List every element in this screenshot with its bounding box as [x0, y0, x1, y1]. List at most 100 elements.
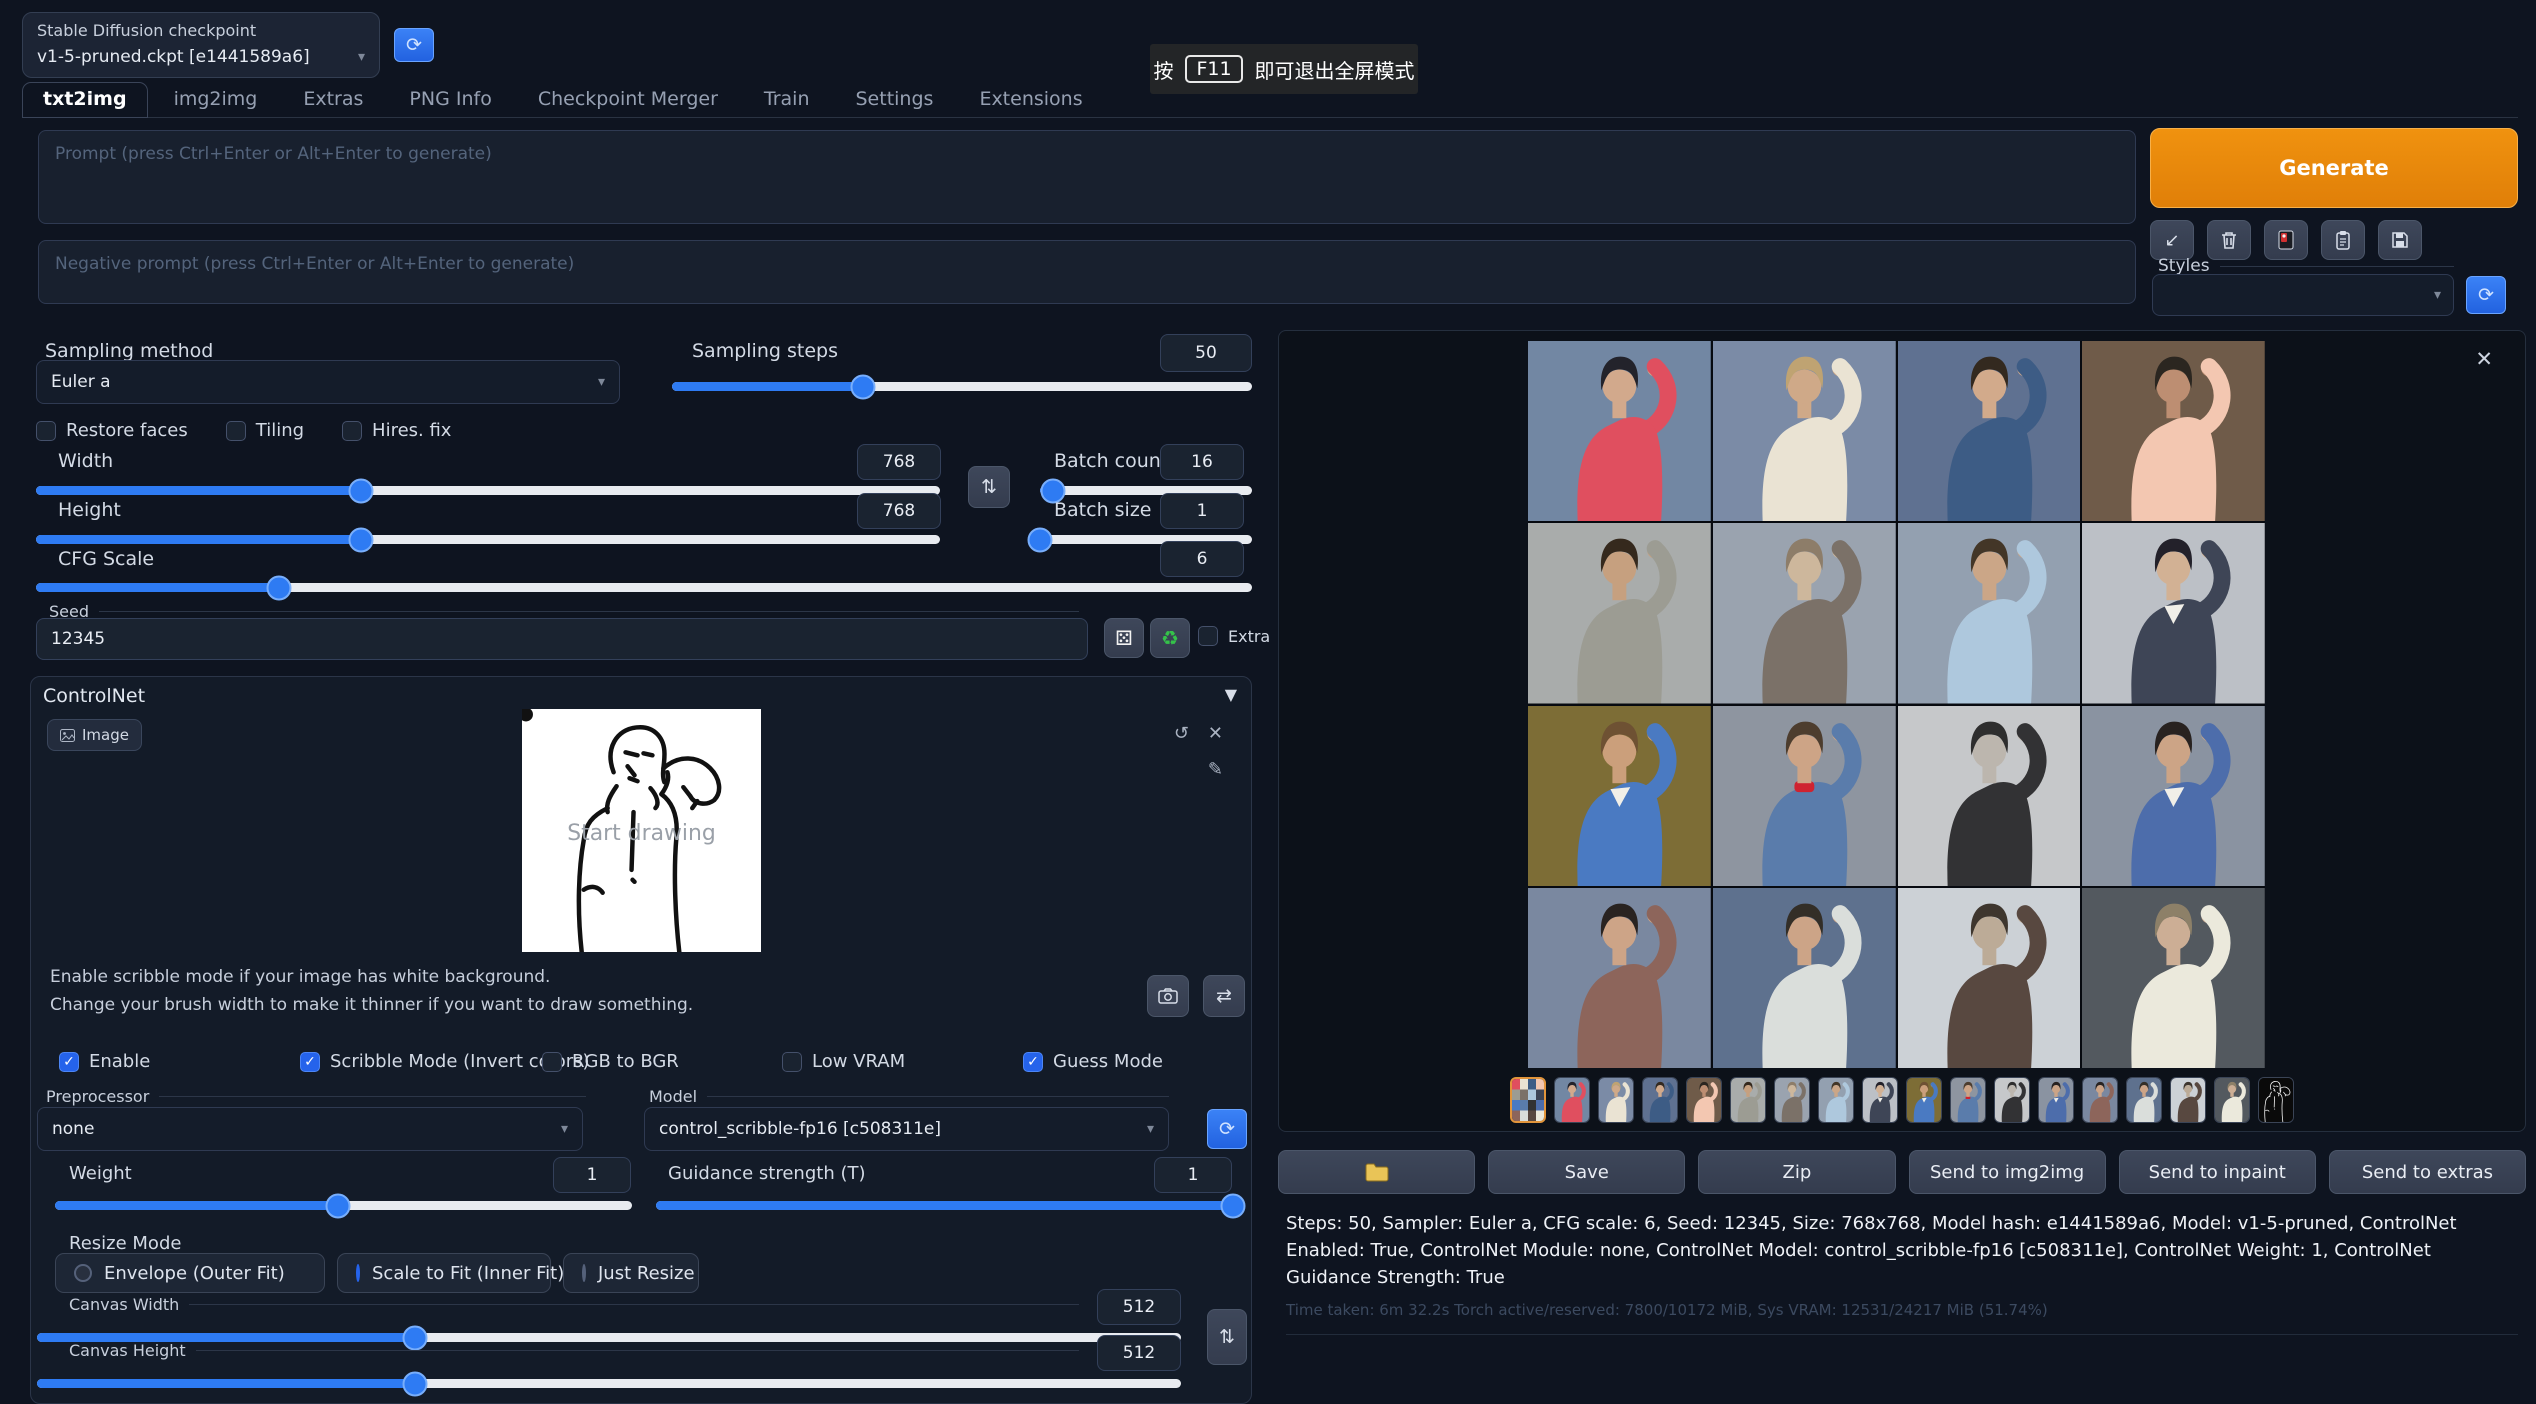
gallery-thumbnail-12[interactable]: [1994, 1077, 2030, 1123]
toggle-tiling[interactable]: Tiling: [226, 420, 304, 441]
gallery-thumbnail-4[interactable]: [1642, 1077, 1678, 1123]
controlnet-checkbox-enable[interactable]: ✓Enable: [59, 1051, 150, 1072]
open-folder-button[interactable]: [1278, 1150, 1475, 1194]
seed-input[interactable]: 12345: [36, 618, 1088, 660]
gallery-thumbnail-15[interactable]: [2126, 1077, 2162, 1123]
gallery-thumbnail-11[interactable]: [1950, 1077, 1986, 1123]
gallery-thumbnail-13[interactable]: [2038, 1077, 2074, 1123]
sampling-method-select[interactable]: Euler a ▾: [36, 360, 620, 404]
controlnet-checkbox-rgb-to-bgr[interactable]: RGB to BGR: [542, 1051, 679, 1072]
gallery-cell-10[interactable]: [1713, 706, 1896, 886]
generate-button[interactable]: Generate: [2150, 128, 2518, 208]
weight-slider[interactable]: [55, 1201, 632, 1210]
webcam-button[interactable]: [1147, 975, 1189, 1017]
canvas-height-slider[interactable]: [37, 1379, 1181, 1388]
gallery-cell-16[interactable]: [2082, 888, 2265, 1068]
gallery-cell-3[interactable]: [1898, 341, 2081, 521]
batch-size-value[interactable]: 1: [1160, 493, 1244, 529]
save-button[interactable]: Save: [1488, 1150, 1685, 1194]
tab-png-info[interactable]: PNG Info: [389, 83, 511, 117]
prompt-input[interactable]: [38, 130, 2136, 224]
canvas-height-value[interactable]: 512: [1097, 1335, 1181, 1371]
tab-extensions[interactable]: Extensions: [959, 83, 1102, 117]
guidance-strength-value[interactable]: 1: [1154, 1157, 1232, 1193]
sampling-steps-slider[interactable]: [672, 382, 1252, 391]
gallery-cell-9[interactable]: [1528, 706, 1711, 886]
gallery-cell-12[interactable]: [2082, 706, 2265, 886]
gallery-cell-14[interactable]: [1713, 888, 1896, 1068]
paste-button[interactable]: [2321, 220, 2365, 260]
send-to-inpaint-button[interactable]: Send to inpaint: [2119, 1150, 2316, 1194]
gallery-cell-1[interactable]: [1528, 341, 1711, 521]
gallery-cell-15[interactable]: [1898, 888, 2081, 1068]
height-slider[interactable]: [36, 535, 940, 544]
gallery-cell-8[interactable]: [2082, 523, 2265, 703]
sampling-steps-value[interactable]: 50: [1160, 334, 1252, 372]
model-select[interactable]: control_scribble-fp16 [c508311e] ▾: [644, 1107, 1169, 1151]
resize-option-scale-to-fit-inner-fit-[interactable]: Scale to Fit (Inner Fit): [337, 1253, 551, 1293]
restore-params-button[interactable]: ↙: [2150, 220, 2194, 260]
gallery-thumbnail-18[interactable]: [2258, 1077, 2294, 1123]
negative-prompt-input[interactable]: [38, 240, 2136, 304]
controlnet-checkbox-guess-mode[interactable]: ✓Guess Mode: [1023, 1051, 1163, 1072]
gallery-thumbnail-14[interactable]: [2082, 1077, 2118, 1123]
preprocessor-select[interactable]: none ▾: [37, 1107, 583, 1151]
tab-extras[interactable]: Extras: [283, 83, 383, 117]
gallery-thumbnail-7[interactable]: [1774, 1077, 1810, 1123]
resize-option-envelope-outer-fit-[interactable]: Envelope (Outer Fit): [55, 1253, 325, 1293]
gallery-thumbnail-6[interactable]: [1730, 1077, 1766, 1123]
swap-canvas-button[interactable]: ⇅: [1207, 1309, 1247, 1365]
gallery-thumbnail-5[interactable]: [1686, 1077, 1722, 1123]
swap-dimensions-button[interactable]: ⇅: [968, 466, 1010, 508]
styles-select[interactable]: ▾: [2152, 274, 2454, 316]
gallery-cell-11[interactable]: [1898, 706, 2081, 886]
gallery-cell-4[interactable]: [2082, 341, 2265, 521]
gallery-thumbnail-10[interactable]: [1906, 1077, 1942, 1123]
checkpoint-refresh-button[interactable]: ⟳: [394, 28, 434, 62]
resize-option-just-resize[interactable]: Just Resize: [563, 1253, 699, 1293]
canvas-width-value[interactable]: 512: [1097, 1289, 1181, 1325]
reuse-seed-button[interactable]: ♻: [1150, 618, 1190, 658]
batch-count-value[interactable]: 16: [1160, 444, 1244, 480]
random-seed-button[interactable]: ⚄: [1104, 618, 1144, 658]
seed-extra-checkbox[interactable]: Extra: [1198, 626, 1270, 646]
toggle-restore-faces[interactable]: Restore faces: [36, 420, 188, 441]
extra-networks-button[interactable]: [2264, 220, 2308, 260]
clear-prompt-button[interactable]: [2207, 220, 2251, 260]
zip-button[interactable]: Zip: [1698, 1150, 1895, 1194]
gallery-thumbnail-1[interactable]: [1510, 1077, 1546, 1123]
cfg-scale-slider[interactable]: [36, 583, 1252, 592]
tab-img2img[interactable]: img2img: [154, 83, 278, 117]
model-refresh-button[interactable]: ⟳: [1207, 1109, 1247, 1149]
gallery-cell-13[interactable]: [1528, 888, 1711, 1068]
gallery-cell-2[interactable]: [1713, 341, 1896, 521]
checkpoint-select[interactable]: v1-5-pruned.ckpt [e1441589a6] ▾: [37, 47, 365, 67]
gallery-cell-6[interactable]: [1713, 523, 1896, 703]
close-icon[interactable]: ✕: [2475, 347, 2493, 371]
controlnet-canvas[interactable]: Start drawing: [522, 709, 761, 952]
result-grid-image[interactable]: [1528, 341, 2265, 1068]
controlnet-checkbox-low-vram[interactable]: Low VRAM: [782, 1051, 905, 1072]
gallery-thumbnail-3[interactable]: [1598, 1077, 1634, 1123]
tab-txt2img[interactable]: txt2img: [22, 82, 148, 118]
height-value[interactable]: 768: [857, 493, 941, 529]
collapse-caret-icon[interactable]: ▼: [1225, 685, 1237, 704]
gallery-thumbnail-16[interactable]: [2170, 1077, 2206, 1123]
mirror-button[interactable]: ⇄: [1203, 975, 1245, 1017]
tab-checkpoint-merger[interactable]: Checkpoint Merger: [518, 83, 738, 117]
guidance-strength-slider[interactable]: [656, 1201, 1233, 1210]
tab-settings[interactable]: Settings: [836, 83, 954, 117]
brush-icon[interactable]: ✎: [1208, 759, 1223, 780]
gallery-cell-5[interactable]: [1528, 523, 1711, 703]
cfg-scale-value[interactable]: 6: [1160, 541, 1244, 577]
clear-image-icon[interactable]: ✕: [1208, 723, 1223, 744]
tab-train[interactable]: Train: [744, 83, 830, 117]
save-style-button[interactable]: [2378, 220, 2422, 260]
gallery-cell-7[interactable]: [1898, 523, 2081, 703]
width-value[interactable]: 768: [857, 444, 941, 480]
send-to-img2img-button[interactable]: Send to img2img: [1909, 1150, 2106, 1194]
gallery-thumbnail-17[interactable]: [2214, 1077, 2250, 1123]
toggle-hires-fix[interactable]: Hires. fix: [342, 420, 451, 441]
gallery-thumbnail-2[interactable]: [1554, 1077, 1590, 1123]
styles-refresh-button[interactable]: ⟳: [2466, 276, 2506, 314]
